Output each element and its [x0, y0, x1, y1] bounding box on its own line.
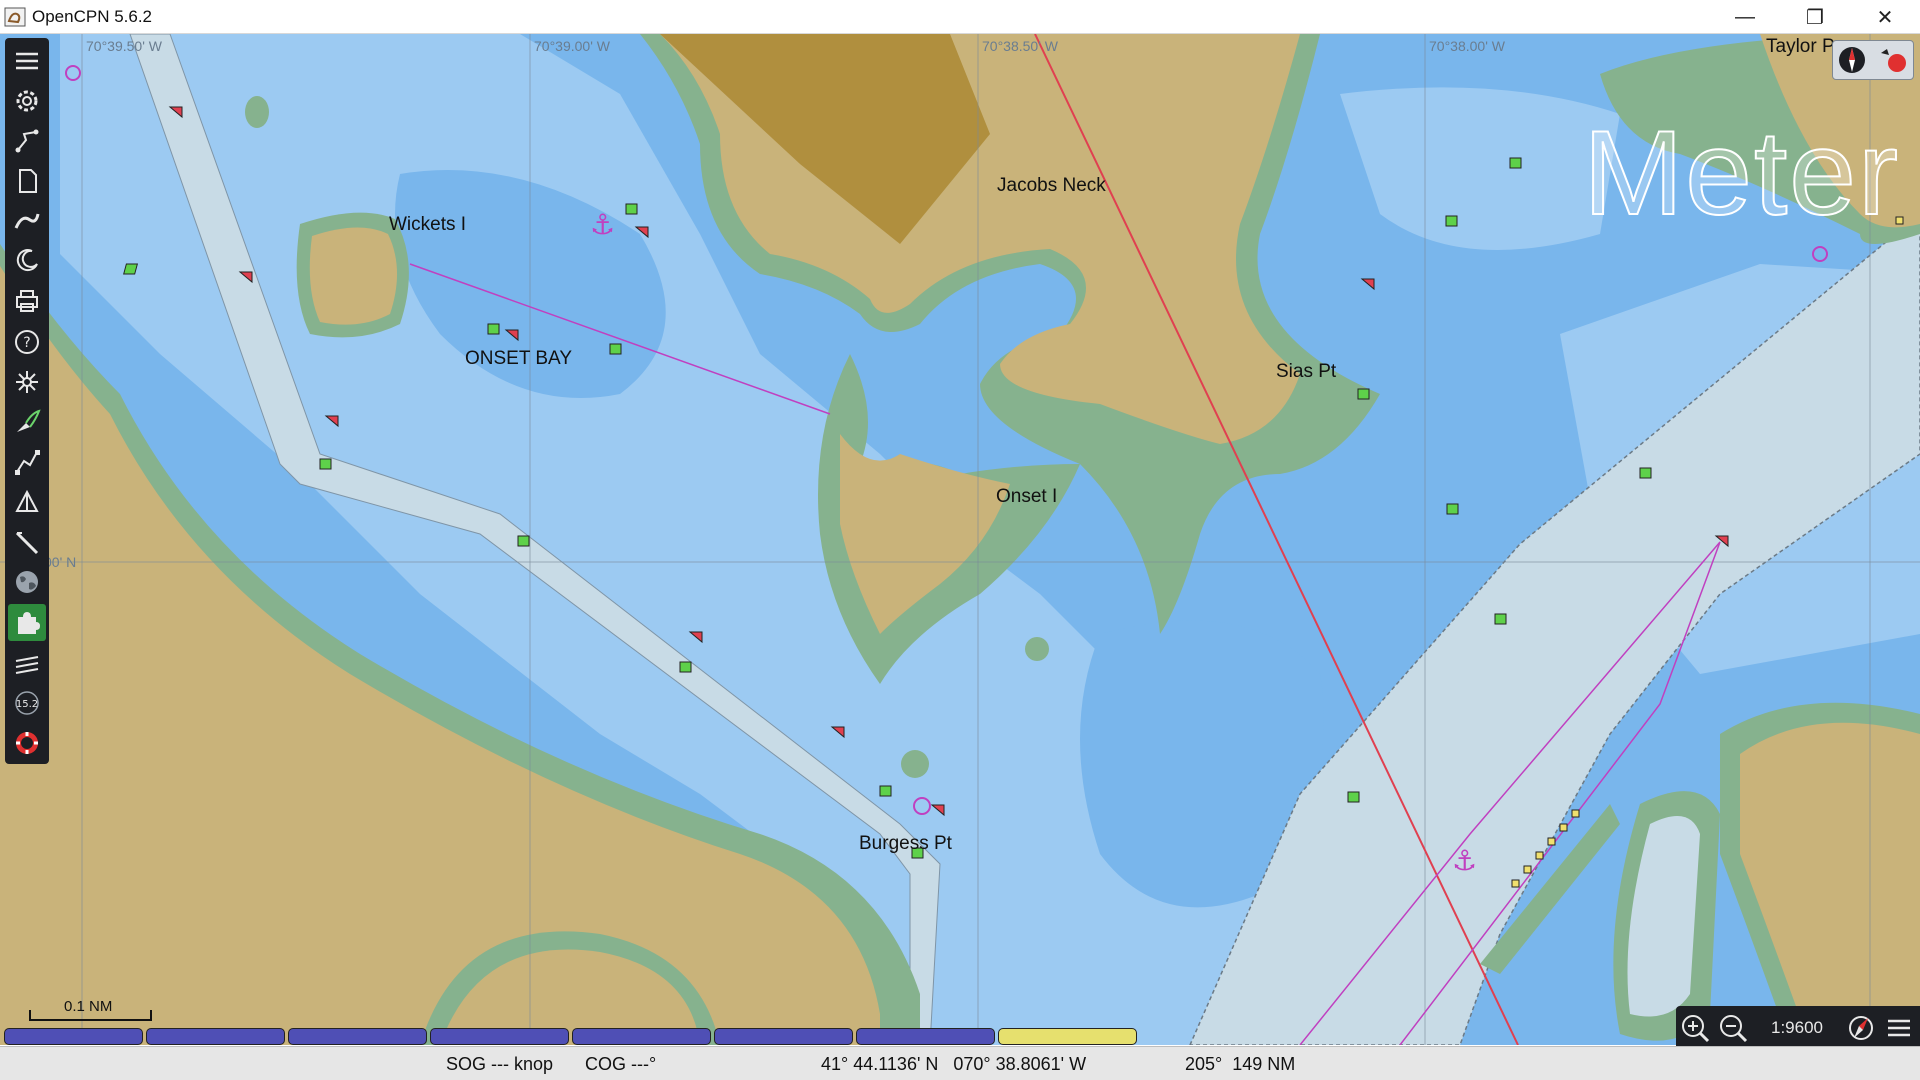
help-icon: ? [15, 329, 39, 354]
waypoint-button[interactable] [8, 483, 46, 521]
place-label-sias-pt: Sias Pt [1276, 361, 1337, 382]
place-label-burgess-pt: Burgess Pt [859, 833, 952, 854]
svg-text:15.2: 15.2 [16, 699, 38, 710]
restore-icon: ❐ [1806, 6, 1824, 29]
piano-key[interactable] [288, 1028, 427, 1045]
mob-icon [16, 731, 38, 754]
measure-button[interactable] [8, 523, 46, 561]
zoom-in-button[interactable] [1676, 1009, 1714, 1047]
place-label-wickets: Wickets I [389, 214, 467, 235]
longitude-label: 70°39.50' W [86, 38, 162, 54]
main-toolbar: ? 15.2 [5, 38, 49, 764]
depth-units-overlay: Meter [1582, 105, 1900, 241]
close-button[interactable]: ✕ [1850, 0, 1920, 34]
piano-key[interactable] [4, 1028, 143, 1045]
islet [901, 750, 929, 778]
ais-icon [16, 370, 38, 393]
bearing-distance-readout: 205° 149 NM [1185, 1054, 1296, 1074]
plugin-icon [18, 612, 40, 635]
ais-button[interactable] [8, 363, 46, 401]
piano-key[interactable] [714, 1028, 853, 1045]
settings-button[interactable] [8, 82, 46, 120]
track-icon [14, 213, 40, 229]
measure-icon [15, 532, 39, 555]
help-button[interactable]: ? [8, 323, 46, 361]
options-menu-button[interactable] [1880, 1009, 1918, 1047]
mob-button[interactable] [8, 724, 46, 762]
chart-canvas[interactable]: ⚓ ⚓ 70°39.50' W 70°39.00' W 70°38.50' W … [0, 34, 1920, 1045]
tide-icon [15, 656, 39, 675]
zoom-in-icon [1682, 1014, 1710, 1042]
restore-button[interactable]: ❐ [1780, 0, 1850, 34]
piano-key[interactable] [856, 1028, 995, 1045]
waypoint-icon [15, 489, 39, 512]
menu-icon [16, 52, 38, 70]
minimize-icon: — [1735, 5, 1755, 28]
cursor-position-readout: 41° 44.1136' N 070° 38.8061' W [821, 1054, 1087, 1074]
chart-scale: 1:9600 [1771, 1017, 1823, 1037]
longitude-label: 70°39.00' W [534, 38, 610, 54]
wickets-island [309, 227, 398, 325]
islet [245, 96, 269, 128]
night-mode-button[interactable] [8, 243, 46, 281]
chart-button[interactable] [8, 162, 46, 200]
place-label-jacobs-neck: Jacobs Neck [997, 175, 1106, 196]
compass-rose-button[interactable] [1842, 1009, 1880, 1047]
place-label-onset-bay: ONSET BAY [465, 348, 572, 369]
route-button[interactable] [8, 122, 46, 160]
anchorage-symbol: ⚓ [590, 208, 615, 241]
cog-readout: COG ---° [585, 1054, 657, 1074]
chart-quilt-piano [4, 1028, 1137, 1047]
mark-button[interactable] [8, 403, 46, 441]
zoom-out-button[interactable] [1714, 1009, 1752, 1047]
night-mode-icon [16, 249, 38, 272]
gps-status-icon [1881, 49, 1906, 72]
print-button[interactable] [8, 283, 46, 321]
zoom-out-icon [1720, 1014, 1748, 1042]
place-label-onset-i: Onset I [996, 486, 1058, 507]
close-icon: ✕ [1876, 6, 1894, 29]
longitude-label: 70°38.00' W [1429, 38, 1505, 54]
window-title: OpenCPN 5.6.2 [32, 6, 153, 26]
globe-icon [16, 571, 38, 594]
menu-button[interactable] [8, 42, 46, 80]
svg-text:?: ? [23, 335, 30, 351]
land-east-bottom [1740, 722, 1920, 1045]
anchorage-symbol: ⚓ [1452, 844, 1477, 877]
track-button[interactable] [8, 202, 46, 240]
piano-key[interactable] [572, 1028, 711, 1045]
route-manager-icon [15, 449, 40, 475]
plugin-button[interactable] [8, 603, 46, 642]
piano-key[interactable] [146, 1028, 285, 1045]
menu-icon [1888, 1019, 1910, 1036]
opencpn-app-icon [4, 7, 26, 26]
scale-bar: 0.1 NM [28, 998, 153, 1022]
tides-currents-button[interactable]: 15.2 [8, 684, 46, 722]
scale-bar-label: 0.1 NM [64, 998, 113, 1015]
print-icon [16, 290, 38, 313]
zoom-panel: 1:9600 [1676, 1006, 1920, 1049]
chart-icon [19, 169, 37, 194]
tide-button[interactable] [8, 644, 46, 682]
route-manager-button[interactable] [8, 443, 46, 481]
place-label-taylor: Taylor P [1766, 36, 1835, 57]
longitude-label: 70°38.50' W [982, 38, 1058, 54]
mark-icon [17, 409, 41, 432]
piano-key[interactable] [430, 1028, 569, 1045]
shallow-water-area [1340, 87, 1620, 250]
north-up-icon [1839, 47, 1865, 73]
route-icon [15, 129, 39, 153]
tides-icon: 15.2 [15, 690, 39, 715]
compass-rose-icon [1849, 1015, 1873, 1040]
sog-readout: SOG --- knop [446, 1054, 554, 1074]
compass-widget[interactable] [1832, 40, 1914, 80]
wreck-symbol [1812, 246, 1828, 262]
title-bar: OpenCPN 5.6.2 — ❐ ✕ [0, 0, 1920, 34]
islet [1025, 637, 1049, 661]
piano-key[interactable] [998, 1028, 1137, 1045]
minimize-button[interactable]: — [1710, 0, 1780, 34]
status-bar: SOG --- knop COG ---° 41° 44.1136' N 070… [0, 1046, 1920, 1080]
settings-icon [16, 90, 38, 112]
globe-button[interactable] [8, 563, 46, 601]
